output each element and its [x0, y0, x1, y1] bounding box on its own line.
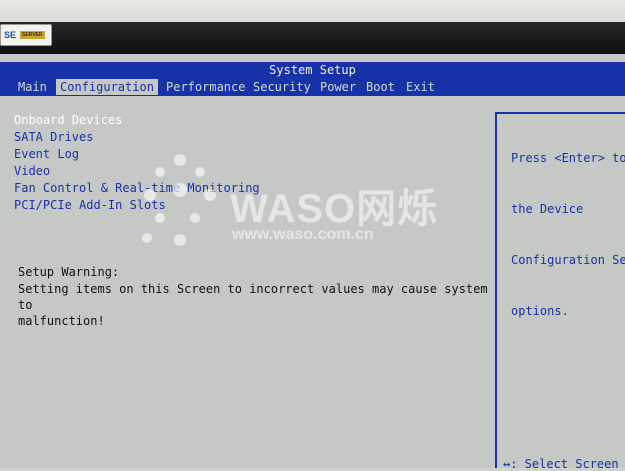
tab-power[interactable]: Power — [316, 79, 360, 95]
monitor-bezel-top — [0, 0, 625, 22]
tab-configuration[interactable]: Configuration — [56, 79, 158, 95]
warning-title: Setup Warning: — [18, 265, 120, 279]
help-line1: Press <Enter> to — [511, 151, 625, 165]
tab-performance[interactable]: Performance — [162, 79, 249, 95]
help-line3: Configuration Set — [511, 253, 625, 267]
help-panel-border — [495, 112, 625, 114]
key-hint-select-screen: ↔: Select Screen — [503, 457, 619, 471]
warning-text-line1: Setting items on this Screen to incorrec… — [18, 282, 488, 312]
panel-divider — [495, 114, 497, 468]
watermark-logo-icon — [142, 154, 216, 246]
warning-text-line2: malfunction! — [18, 314, 105, 328]
oem-sticker: SE SERVER — [0, 24, 52, 46]
oem-sticker-label: SE — [4, 30, 17, 40]
menu-item-sata-drives[interactable]: SATA Drives — [14, 129, 260, 146]
tab-boot[interactable]: Boot — [362, 79, 399, 95]
bios-screen: System Setup Main Configuration Performa… — [0, 54, 625, 471]
menu-item-onboard-devices[interactable]: Onboard Devices — [14, 112, 260, 129]
setup-title: System Setup — [0, 62, 625, 78]
help-panel: Press <Enter> to the Device Configuratio… — [511, 116, 625, 354]
setup-warning: Setup Warning: Setting items on this Scr… — [18, 264, 488, 329]
monitor-bezel-band — [0, 22, 625, 54]
tab-security[interactable]: Security — [249, 79, 315, 95]
menu-bar: Main Configuration Performance Security … — [0, 78, 625, 96]
tab-main[interactable]: Main — [14, 79, 51, 95]
watermark-url: www.waso.com.cn — [232, 226, 374, 243]
oem-sticker-tag: SERVER — [20, 31, 45, 39]
help-line2: the Device — [511, 202, 584, 216]
help-line4: options. — [511, 304, 569, 318]
tab-exit[interactable]: Exit — [402, 79, 439, 95]
